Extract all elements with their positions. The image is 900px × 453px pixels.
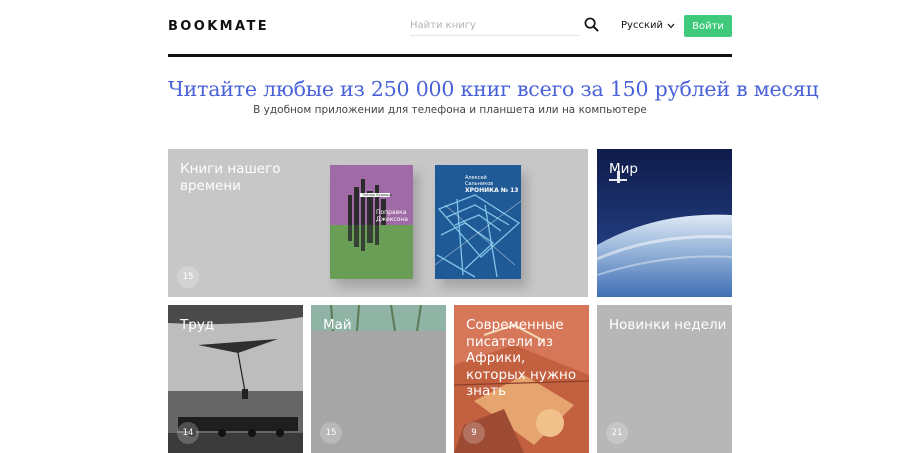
page: BOOKMATE Русский Войти Читайте любые из … bbox=[168, 0, 819, 453]
collection-title: Современные писатели из Африки, которых … bbox=[466, 317, 577, 399]
collection-count: 14 bbox=[177, 422, 199, 444]
header: BOOKMATE Русский Войти bbox=[168, 0, 732, 57]
collection-card-new-this-week[interactable]: Новинки недели 21 bbox=[597, 305, 732, 453]
logo[interactable]: BOOKMATE bbox=[168, 19, 269, 34]
search-icon[interactable] bbox=[584, 17, 599, 32]
login-button[interactable]: Войти bbox=[684, 15, 732, 37]
hero-headline: Читайте любые из 250 000 книг всего за 1… bbox=[168, 77, 819, 101]
collection-title: Новинки недели bbox=[609, 317, 727, 333]
collection-count: 21 bbox=[606, 422, 628, 444]
collection-title: Труд bbox=[180, 317, 215, 333]
collection-title: Книги нашего времени bbox=[180, 161, 281, 194]
book-title: ХРОНИКА № 13 bbox=[465, 187, 519, 194]
collection-card-africa[interactable]: Современные писатели из Африки, которых … bbox=[454, 305, 589, 453]
collection-card-world[interactable]: Мир bbox=[597, 149, 732, 297]
collection-count: 15 bbox=[320, 422, 342, 444]
collection-title: Май bbox=[323, 317, 352, 333]
chevron-down-icon bbox=[667, 23, 675, 28]
collection-count: 15 bbox=[177, 266, 199, 288]
collection-title: Мир bbox=[609, 161, 638, 177]
book-title: Поправка Джексона bbox=[376, 209, 408, 223]
collection-count: 9 bbox=[463, 422, 485, 444]
book-author: Алексей Сальников bbox=[465, 175, 494, 187]
collection-card-books-of-our-time[interactable]: Книги нашего времени Тейлор Вудвард Попр… bbox=[168, 149, 588, 297]
book-author: Тейлор Вудвард bbox=[362, 193, 393, 197]
language-label: Русский bbox=[621, 20, 663, 31]
header-divider bbox=[168, 54, 732, 57]
collection-card-labor[interactable]: Труд 14 bbox=[168, 305, 303, 453]
search-input[interactable] bbox=[410, 15, 580, 36]
language-selector[interactable]: Русский bbox=[621, 20, 675, 31]
book-cover[interactable]: Алексей Сальников ХРОНИКА № 13 bbox=[434, 165, 522, 279]
book-cover[interactable]: Тейлор Вудвард Поправка Джексона bbox=[330, 165, 413, 279]
hero-subline: В удобном приложении для телефона и план… bbox=[253, 104, 647, 116]
collection-card-may[interactable]: Май 15 bbox=[311, 305, 446, 453]
